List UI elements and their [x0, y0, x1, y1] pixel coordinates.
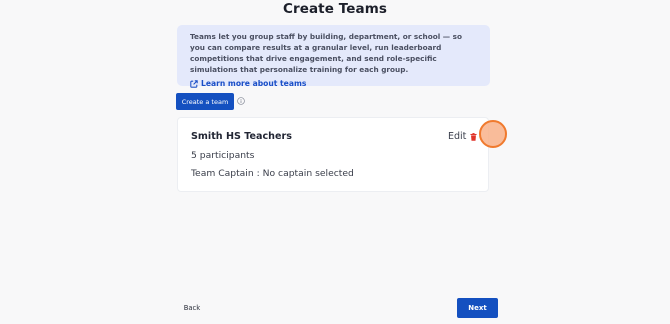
- learn-more-label: Learn more about teams: [201, 79, 307, 88]
- edit-team-link[interactable]: Edit: [448, 131, 466, 142]
- team-name: Smith HS Teachers: [191, 131, 292, 142]
- participant-count: 5 participants: [191, 150, 255, 161]
- back-button[interactable]: Back: [177, 300, 207, 316]
- info-circle-icon[interactable]: [237, 97, 245, 105]
- info-description: Teams let you group staff by building, d…: [190, 32, 462, 74]
- next-button[interactable]: Next: [457, 298, 498, 318]
- page-title: Create Teams: [282, 1, 388, 17]
- trash-icon[interactable]: [470, 133, 477, 141]
- info-banner: Teams let you group staff by building, d…: [177, 25, 490, 88]
- learn-more-link[interactable]: Learn more about teams: [190, 79, 478, 88]
- cursor-highlight: [479, 120, 507, 148]
- team-card: Smith HS Teachers Edit 5 participants Te…: [177, 117, 489, 192]
- team-captain: Team Captain : No captain selected: [191, 168, 354, 179]
- create-team-button[interactable]: Create a team: [176, 93, 234, 110]
- external-link-icon: [190, 79, 198, 88]
